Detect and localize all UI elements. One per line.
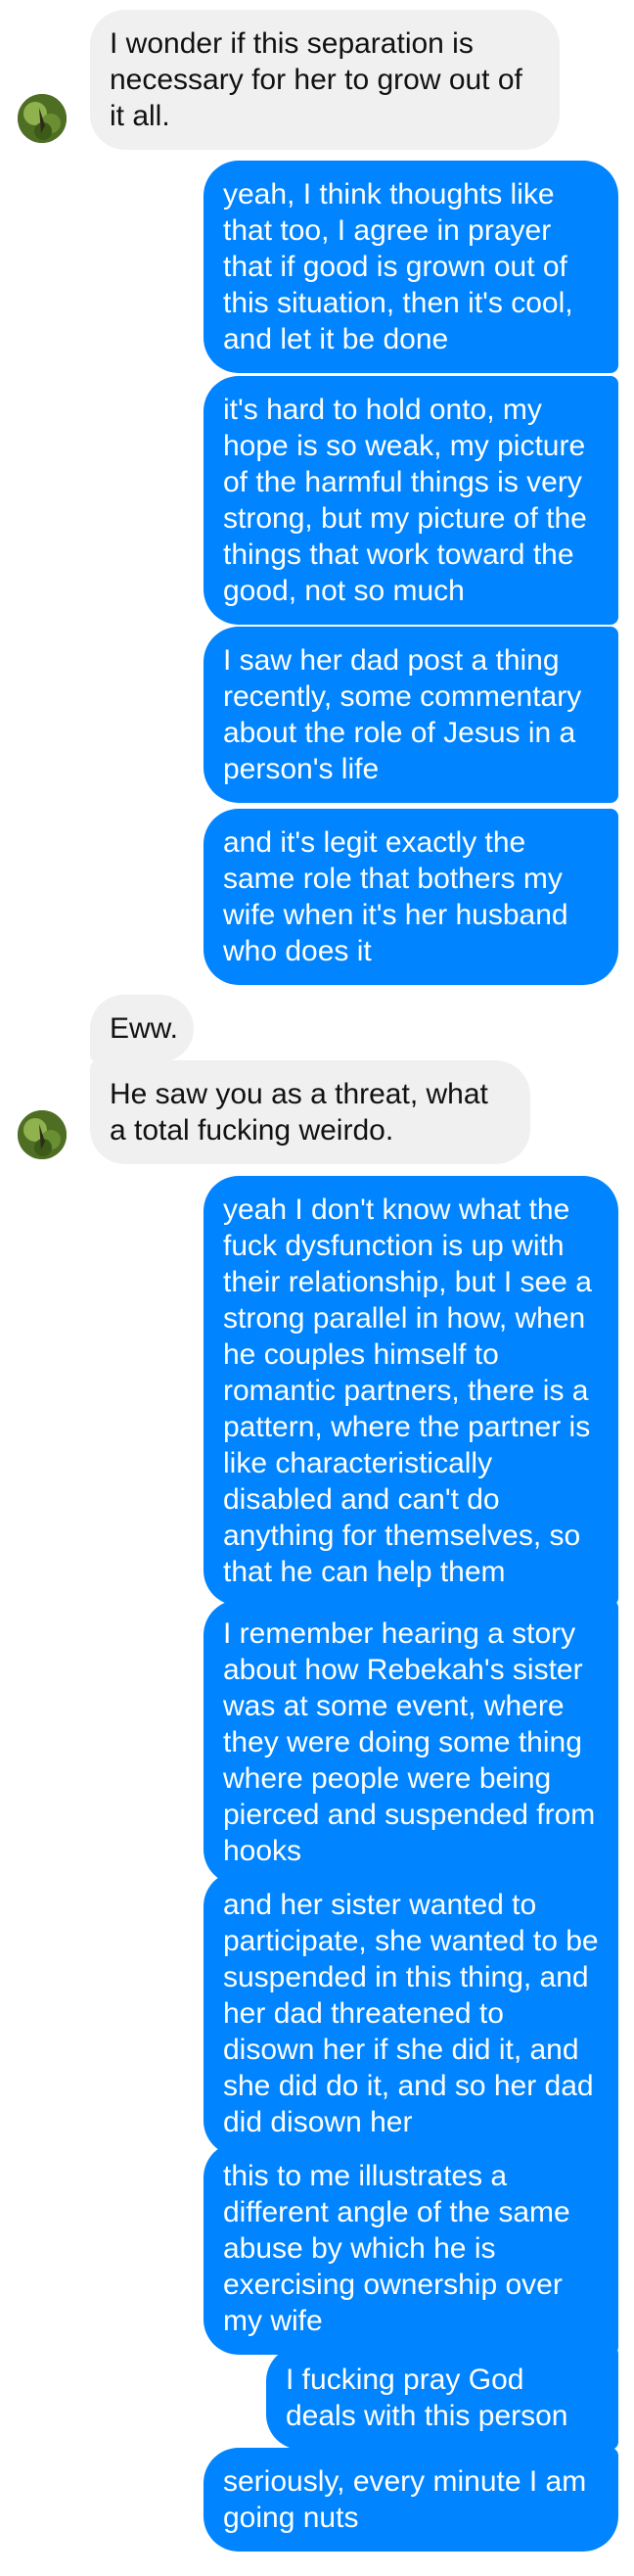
incoming-message[interactable]: Eww. [90, 995, 194, 1062]
outgoing-message[interactable]: and her sister wanted to participate, sh… [204, 1871, 618, 2156]
outgoing-message[interactable]: I fucking pray God deals with this perso… [266, 2346, 618, 2450]
outgoing-message[interactable]: seriously, every minute I am going nuts [204, 2448, 618, 2552]
outgoing-message[interactable]: and it's legit exactly the same role tha… [204, 809, 618, 985]
outgoing-message[interactable]: yeah I don't know what the fuck dysfunct… [204, 1176, 618, 1606]
incoming-message[interactable]: He saw you as a threat, what a total fuc… [90, 1060, 530, 1164]
incoming-message[interactable]: I wonder if this separation is necessary… [90, 10, 560, 150]
contact-avatar[interactable] [18, 94, 67, 143]
outgoing-message[interactable]: I remember hearing a story about how Reb… [204, 1600, 618, 1885]
contact-avatar[interactable] [18, 1110, 67, 1159]
message-thread: I wonder if this separation is necessary… [0, 0, 634, 2576]
avatar-image [18, 94, 67, 143]
outgoing-message[interactable]: yeah, I think thoughts like that too, I … [204, 161, 618, 373]
avatar-image [18, 1110, 67, 1159]
outgoing-message[interactable]: I saw her dad post a thing recently, som… [204, 627, 618, 803]
outgoing-message[interactable]: it's hard to hold onto, my hope is so we… [204, 376, 618, 625]
outgoing-message[interactable]: this to me illustrates a different angle… [204, 2142, 618, 2355]
